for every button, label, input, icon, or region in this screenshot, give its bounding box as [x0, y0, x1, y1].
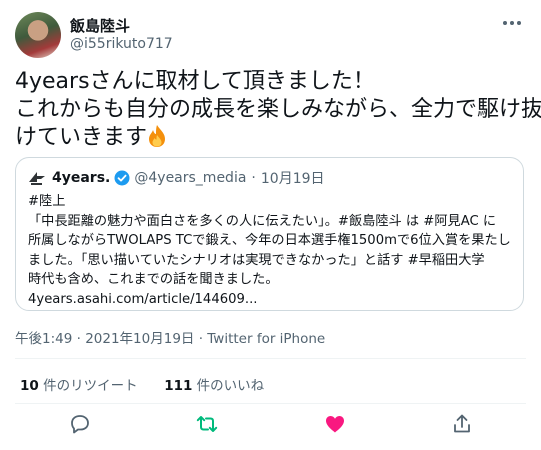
- engagement-stats: 10 件のリツイート 111 件のいいね: [20, 374, 264, 394]
- retweet-icon[interactable]: [195, 412, 219, 436]
- quoted-line: 時代も含め、これまでの話を聞きました。: [28, 272, 279, 287]
- quoted-tweet-card[interactable]: 4years. @4years_media · 10月19日 #陸上 「中長距離…: [15, 157, 524, 311]
- divider: [15, 403, 526, 404]
- tweet-text: 4yearsさんに取材して頂きました！ これからも自分の成長を楽しみながら、全力…: [15, 68, 541, 152]
- tweet-actions-bar: [0, 412, 541, 442]
- heart-icon[interactable]: [323, 412, 347, 436]
- quoted-author-handle: @4years_media: [134, 170, 247, 186]
- quoted-tweet-header: 4years. @4years_media · 10月19日: [28, 168, 325, 188]
- tweet-line: 4yearsさんに取材して頂きました！: [15, 69, 375, 94]
- quoted-tweet-text: #陸上 「中長距離の魅力や面白さを多くの人に伝えたい」。#飯島陸斗 は #阿見A…: [28, 192, 518, 309]
- quoted-line: #陸上: [28, 194, 66, 209]
- quoted-link[interactable]: 4years.asahi.com/article/144609...: [28, 290, 518, 310]
- divider: [15, 358, 526, 359]
- verified-badge-icon: [114, 170, 130, 186]
- quoted-line: ました。「思い描いていたシナリオは実現できなかった」と話す #早稲田大学: [28, 252, 485, 268]
- reply-icon[interactable]: [68, 412, 92, 436]
- quoted-line: 「中長距離の魅力や面白さを多くの人に伝えたい」。#飯島陸斗 は #阿見AC に: [28, 213, 497, 229]
- more-options-icon[interactable]: [501, 16, 523, 30]
- quoted-date: 10月19日: [260, 171, 325, 187]
- avatar[interactable]: [15, 12, 61, 58]
- author-display-name[interactable]: 飯島陸斗: [70, 15, 130, 36]
- author-handle[interactable]: @i55rikuto717: [70, 36, 173, 52]
- likes-stat[interactable]: 111 件のいいね: [164, 378, 264, 394]
- tweet-line: これからも自分の成長を楽しみながら、全力で駆け抜: [15, 97, 541, 122]
- quoted-line: 所属しながらTWOLAPS TCで鍛え、今年の日本選手権1500mで6位入賞を果…: [28, 233, 511, 248]
- share-icon[interactable]: [450, 412, 474, 436]
- tweet-line-last: けていきます: [15, 124, 530, 152]
- retweets-stat[interactable]: 10 件のリツイート: [20, 378, 138, 394]
- meta-separator: ·: [251, 170, 256, 186]
- quoted-author-name: 4years.: [52, 170, 111, 186]
- fire-emoji-icon: [149, 125, 166, 147]
- 4years-logo-icon: [29, 172, 45, 185]
- tweet-timestamp[interactable]: 午後1:49 · 2021年10月19日 · Twitter for iPhon…: [15, 327, 325, 347]
